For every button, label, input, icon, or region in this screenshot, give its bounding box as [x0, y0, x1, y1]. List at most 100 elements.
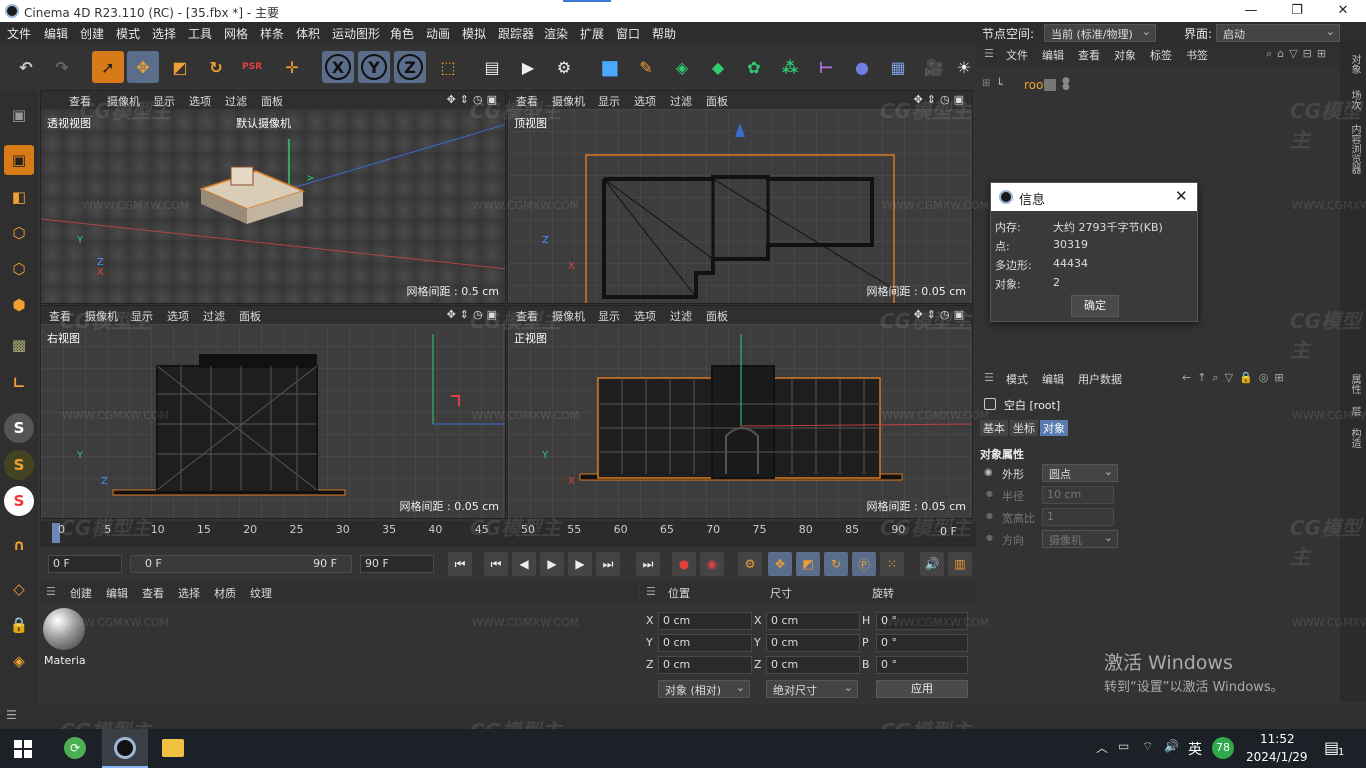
auto-key-icon[interactable]: ◉	[700, 552, 724, 576]
rotate-tool-icon[interactable]: ↻	[200, 51, 232, 83]
menu-render[interactable]: 渲染	[544, 25, 568, 42]
coordinate-system-icon[interactable]: ⬚	[432, 51, 464, 83]
menu-create[interactable]: 创建	[80, 25, 104, 42]
light-icon[interactable]: ☀	[954, 51, 974, 83]
strip-tab-takes[interactable]: 场次	[1347, 90, 1362, 110]
ime-indicator[interactable]: 英	[1188, 739, 1202, 759]
mat-create-menu[interactable]: 创建	[70, 585, 92, 601]
mat-texture-menu[interactable]: 纹理	[250, 585, 272, 601]
vp-camera-menu[interactable]: 摄像机	[85, 308, 118, 324]
vp-view-menu[interactable]: 查看	[516, 93, 538, 109]
mat-select-menu[interactable]: 选择	[178, 585, 200, 601]
menu-mode[interactable]: 模式	[116, 25, 140, 42]
transform-tool-icon[interactable]: ✛	[276, 51, 308, 83]
vp-display-menu[interactable]: 显示	[131, 308, 153, 324]
obj-tags-menu[interactable]: 标签	[1150, 47, 1172, 63]
mat-view-menu[interactable]: 查看	[142, 585, 164, 601]
pen-icon[interactable]: ✎	[630, 51, 662, 83]
notification-icon[interactable]: ▤	[1324, 738, 1339, 757]
menu-select[interactable]: 选择	[152, 25, 176, 42]
orientation-dropdown[interactable]: 摄像机	[1042, 530, 1118, 548]
battery-icon[interactable]: ▭	[1118, 739, 1129, 753]
file-explorer-icon[interactable]	[162, 739, 184, 757]
material-name[interactable]: Materia	[44, 654, 86, 667]
polygons-mode-icon[interactable]: ⬢	[4, 290, 34, 320]
visibility-dots-icon[interactable]: ● ●	[1062, 77, 1070, 92]
x-axis-lock[interactable]: X	[322, 51, 354, 83]
axis-mode-icon[interactable]: ∟	[4, 368, 34, 398]
radius-field[interactable]: 10 cm	[1042, 486, 1114, 504]
frame-end-field[interactable]: 0 F	[936, 524, 974, 542]
floor-icon[interactable]: ▦	[882, 51, 914, 83]
vp-panel-menu[interactable]: 面板	[706, 93, 728, 109]
vp-panel-menu[interactable]: 面板	[261, 93, 283, 109]
magnet-icon[interactable]: ∩	[4, 530, 34, 560]
obj-objects-menu[interactable]: 对象	[1114, 47, 1136, 63]
render-view-icon[interactable]: ▤	[476, 51, 508, 83]
apply-button[interactable]: 应用	[876, 680, 968, 698]
size-mode-dropdown[interactable]: 绝对尺寸	[766, 680, 858, 698]
aspect-field[interactable]: 1	[1042, 508, 1114, 526]
viewport-nav-icons[interactable]: ✥⇕◷▣	[914, 308, 968, 321]
rot-p-field[interactable]: 0 °	[876, 634, 968, 652]
key-parameter-icon[interactable]: Ⓟ	[852, 552, 876, 576]
vp-options-menu[interactable]: 选项	[167, 308, 189, 324]
menu-edit[interactable]: 编辑	[44, 25, 68, 42]
menu-volume[interactable]: 体积	[296, 25, 320, 42]
next-frame-icon[interactable]: ▶	[568, 552, 592, 576]
material-thumbnail[interactable]	[43, 608, 85, 650]
cinema4d-taskbar-button[interactable]	[102, 729, 148, 768]
array-icon[interactable]: ⁂	[774, 51, 806, 83]
size-z-field[interactable]: 0 cm	[766, 656, 860, 674]
obj-bookmarks-menu[interactable]: 书签	[1186, 47, 1208, 63]
obj-file-menu[interactable]: 文件	[1006, 47, 1028, 63]
goto-start-icon[interactable]: ⏮	[448, 552, 472, 576]
obj-view-menu[interactable]: 查看	[1078, 47, 1100, 63]
strip-tab-structure[interactable]: 构造	[1347, 428, 1362, 448]
vp-filter-menu[interactable]: 过滤	[670, 93, 692, 109]
snap-icon[interactable]: S	[4, 413, 34, 443]
strip-tab-objects[interactable]: 对象	[1347, 54, 1362, 74]
current-frame-field[interactable]: 0 F	[48, 555, 122, 573]
panel-menu-icon[interactable]: ☰	[6, 708, 17, 722]
perspective-viewport[interactable]: 查看 摄像机 显示 选项 过滤 面板 ✥⇕◷▣ 透视视图 默认摄像机 > Y Z…	[40, 90, 506, 304]
vp-filter-menu[interactable]: 过滤	[225, 93, 247, 109]
display-dropdown[interactable]: 圆点	[1042, 464, 1118, 482]
key-pla-icon[interactable]: ⁙	[880, 552, 904, 576]
menu-file[interactable]: 文件	[7, 25, 31, 42]
key-rotation-icon[interactable]: ↻	[824, 552, 848, 576]
viewport-nav-icons[interactable]: ✥⇕◷▣	[914, 93, 968, 106]
vp-filter-menu[interactable]: 过滤	[203, 308, 225, 324]
vp-camera-menu[interactable]: 摄像机	[552, 308, 585, 324]
vp-display-menu[interactable]: 显示	[598, 93, 620, 109]
lock-workplane-icon[interactable]: 🔒	[4, 610, 34, 640]
rot-h-field[interactable]: 0 °	[876, 612, 968, 630]
minimize-button[interactable]: —	[1228, 0, 1274, 22]
maximize-button[interactable]: ❐	[1274, 0, 1320, 22]
vp-display-menu[interactable]: 显示	[153, 93, 175, 109]
top-viewport[interactable]: 查看 摄像机 显示 选项 过滤 面板 ✥⇕◷▣ 顶视图 Z X 网格间距 : 0…	[507, 90, 973, 304]
obj-edit-menu[interactable]: 编辑	[1042, 47, 1064, 63]
vp-camera-menu[interactable]: 摄像机	[107, 93, 140, 109]
preview-range-slider[interactable]: 0 F 90 F	[130, 555, 352, 573]
search-icon[interactable]: ⌕⌂▽⊟⊞	[1266, 47, 1331, 61]
psr-tool-icon[interactable]: PSR	[236, 51, 268, 83]
render-settings-icon[interactable]: ⚙	[548, 51, 580, 83]
size-x-field[interactable]: 0 cm	[766, 612, 860, 630]
menu-mesh[interactable]: 网格	[224, 25, 248, 42]
vp-options-menu[interactable]: 选项	[634, 93, 656, 109]
panel-menu-icon[interactable]: ☰	[46, 585, 56, 598]
tray-expand-icon[interactable]: ︿	[1096, 739, 1108, 756]
model-mode-icon[interactable]: ▣	[4, 145, 34, 175]
strip-tab-content-browser[interactable]: 内容浏览器	[1347, 124, 1362, 174]
tab-coord[interactable]: 坐标	[1010, 420, 1038, 436]
record-key-icon[interactable]: ●	[672, 552, 696, 576]
vp-view-menu[interactable]: 查看	[69, 93, 91, 109]
expand-icon[interactable]: ⊞	[982, 78, 990, 89]
snap-enable-icon[interactable]: S	[4, 450, 34, 480]
extrude-icon[interactable]: ◆	[702, 51, 734, 83]
goto-end-icon[interactable]: ⏭	[636, 552, 660, 576]
pos-z-field[interactable]: 0 cm	[658, 656, 752, 674]
panel-menu-icon[interactable]: ☰	[646, 585, 656, 598]
security-badge[interactable]: 78	[1212, 737, 1234, 759]
